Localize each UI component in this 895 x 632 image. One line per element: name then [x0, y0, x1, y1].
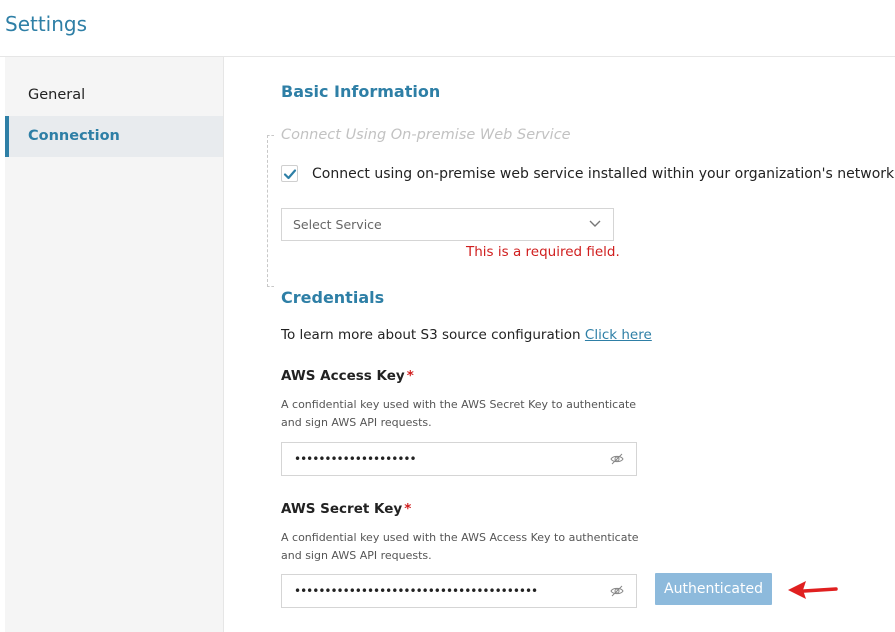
required-field-error: This is a required field. [466, 244, 620, 260]
eye-off-icon[interactable] [610, 453, 624, 465]
page-title: Settings [5, 12, 88, 36]
aws-access-key-input[interactable]: •••••••••••••••••••• [281, 442, 637, 476]
aws-access-key-value: •••••••••••••••••••• [294, 452, 417, 466]
onprem-checkbox-label[interactable]: Connect using on-premise web service ins… [312, 166, 894, 182]
sidebar-item-connection[interactable]: Connection [5, 116, 223, 157]
bracket-divider [267, 135, 274, 287]
select-service-dropdown[interactable]: Select Service [281, 208, 614, 241]
main-content: Basic Information Connect Using On-premi… [224, 57, 895, 632]
chevron-down-icon [589, 220, 601, 227]
left-arrow-icon [788, 581, 838, 599]
click-here-link[interactable]: Click here [585, 327, 652, 343]
aws-access-key-help: A confidential key used with the AWS Sec… [281, 398, 637, 429]
eye-off-icon[interactable] [610, 585, 624, 597]
sidebar-item-general[interactable]: General [5, 75, 223, 116]
aws-access-key-label-text: AWS Access Key [281, 368, 405, 384]
onprem-heading: Connect Using On-premise Web Service [281, 127, 571, 143]
basic-information-title: Basic Information [281, 82, 441, 101]
required-asterisk: * [404, 501, 412, 517]
learn-more-text: To learn more about S3 source configurat… [281, 327, 652, 343]
aws-secret-key-label: AWS Secret Key * [281, 501, 411, 517]
credentials-title: Credentials [281, 288, 385, 307]
aws-access-key-label: AWS Access Key * [281, 368, 414, 384]
onprem-checkbox[interactable] [281, 165, 298, 182]
header: Settings [0, 0, 895, 57]
select-service-placeholder: Select Service [293, 217, 382, 232]
aws-secret-key-value: •••••••••••••••••••••••••••••••••••••••• [294, 584, 538, 598]
check-icon [283, 169, 297, 180]
aws-secret-key-label-text: AWS Secret Key [281, 501, 403, 517]
sidebar: General Connection [5, 57, 224, 632]
authenticated-button[interactable]: Authenticated [655, 573, 772, 605]
aws-secret-key-help: A confidential key used with the AWS Acc… [281, 531, 639, 562]
aws-secret-key-input[interactable]: •••••••••••••••••••••••••••••••••••••••• [281, 574, 637, 608]
required-asterisk: * [406, 368, 414, 384]
learn-more-label: To learn more about S3 source configurat… [281, 327, 585, 343]
